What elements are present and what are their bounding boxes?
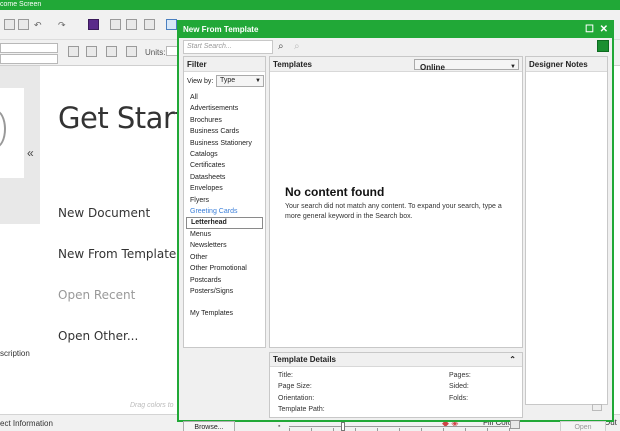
template-source-value: Online <box>420 63 445 72</box>
browse-button[interactable]: Browse... <box>183 421 235 431</box>
filter-item-certificates[interactable]: Certificates <box>186 160 263 171</box>
chevron-down-icon: ▼ <box>255 78 261 84</box>
detail-folds-label: Folds: <box>449 395 469 402</box>
app-title: come Screen <box>0 1 42 8</box>
filter-item-other-promotional[interactable]: Other Promotional <box>186 263 263 274</box>
filter-item-my-templates[interactable]: My Templates <box>186 308 263 319</box>
filter-item-business-cards[interactable]: Business Cards <box>186 126 263 137</box>
view-by-value: Type <box>220 77 236 84</box>
distribute-icon[interactable] <box>86 46 97 57</box>
template-details-header: Template Details ⌃ <box>270 353 522 367</box>
filter-item-advertisements[interactable]: Advertisements <box>186 103 263 114</box>
filter-pane: Filter View by: Type ▼ All Advertisements… <box>183 56 266 348</box>
filter-item-catalogs[interactable]: Catalogs <box>186 149 263 160</box>
templates-header: Templates Online ▼ <box>270 57 522 72</box>
align-icon[interactable] <box>68 46 79 57</box>
filter-item-all[interactable]: All <box>186 92 263 103</box>
print-icon[interactable] <box>592 404 602 411</box>
zoom-in-icon[interactable] <box>510 420 520 429</box>
toolbar-button[interactable] <box>144 19 155 30</box>
add-template-folder-icon[interactable] <box>597 40 609 52</box>
template-source-select[interactable]: Online ▼ <box>414 59 519 72</box>
font-combo[interactable] <box>0 43 58 53</box>
designer-notes-header: Designer Notes <box>526 57 607 72</box>
templates-header-label: Templates <box>273 60 312 69</box>
filter-item-envelopes[interactable]: Envelopes <box>186 183 263 194</box>
filter-item-postcards[interactable]: Postcards <box>186 275 263 286</box>
app-titlebar: come Screen <box>0 0 620 10</box>
template-details-label: Template Details <box>273 355 336 364</box>
templates-pane: Templates Online ▼ No content found Your… <box>269 56 523 348</box>
empty-state-title: No content found <box>285 185 385 199</box>
filter-item-flyers[interactable]: Flyers <box>186 195 263 206</box>
size-combo[interactable] <box>0 54 58 64</box>
filter-item-letterhead[interactable]: Letterhead <box>186 217 263 229</box>
clear-search-icon: ⌕ <box>294 41 300 52</box>
filter-item-business-stationery[interactable]: Business Stationery <box>186 138 263 149</box>
new-from-template-link[interactable]: New From Template <box>58 247 176 261</box>
template-details-pane: Template Details ⌃ Title: Page Size: Ori… <box>269 352 523 418</box>
view-by-select[interactable]: Type ▼ <box>216 75 264 87</box>
filter-item-other[interactable]: Other <box>186 252 263 263</box>
units-label: Units: <box>145 48 166 57</box>
left-description: scription <box>0 349 30 358</box>
collapse-chevron-icon[interactable]: « <box>27 146 34 160</box>
maximize-icon[interactable]: ☐ <box>585 22 594 38</box>
new-from-template-dialog: New From Template ☐ ✕ Start Search... ⌕ … <box>177 20 614 431</box>
toolbar-button[interactable] <box>110 19 121 30</box>
designer-notes-pane: Designer Notes <box>525 56 608 405</box>
filter-header: Filter <box>184 57 265 72</box>
toolbar-button[interactable] <box>4 19 15 30</box>
detail-title-label: Title: <box>278 372 293 379</box>
undo-icon[interactable]: ↶ <box>34 20 42 30</box>
script-icon[interactable] <box>88 19 99 30</box>
zoom-slider-track[interactable] <box>289 426 509 427</box>
filter-item-posters-signs[interactable]: Posters/Signs <box>186 286 263 297</box>
collapse-icon[interactable]: ⌃ <box>509 353 516 367</box>
drag-colors-hint: Drag colors to <box>130 402 174 409</box>
open-other-link[interactable]: Open Other... <box>58 329 138 343</box>
open-button[interactable]: Open <box>560 421 606 431</box>
open-recent-link: Open Recent <box>58 288 136 302</box>
ungroup-icon[interactable] <box>126 46 137 57</box>
detail-pages-label: Pages: <box>449 372 471 379</box>
chevron-down-icon: ▼ <box>510 64 516 70</box>
group-icon[interactable] <box>106 46 117 57</box>
zoom-slider-thumb[interactable] <box>341 422 345 431</box>
left-description-area <box>0 224 40 402</box>
filter-item-brochures[interactable]: Brochures <box>186 115 263 126</box>
detail-orientation-label: Orientation: <box>278 395 315 402</box>
detail-sided-label: Sided: <box>449 383 469 390</box>
toolbar-button[interactable] <box>126 19 137 30</box>
dialog-titlebar[interactable]: New From Template ☐ ✕ <box>179 22 612 38</box>
dialog-body: Start Search... ⌕ ⌕ Filter View by: Type… <box>179 38 612 431</box>
empty-state-message: Your search did not match any content. T… <box>285 203 502 220</box>
detail-page-size-label: Page Size: <box>278 383 312 390</box>
search-input[interactable]: Start Search... <box>183 40 273 54</box>
search-icon[interactable]: ⌕ <box>278 41 284 52</box>
filter-item-newsletters[interactable]: Newsletters <box>186 240 263 251</box>
status-object-info: ect Information <box>0 419 53 428</box>
id-icon[interactable] <box>166 19 177 30</box>
dialog-title: New From Template <box>183 25 259 34</box>
new-document-link[interactable]: New Document <box>58 206 150 220</box>
view-by-label: View by: <box>187 78 214 85</box>
filter-list: All Advertisements Brochures Business Cards… <box>186 92 263 320</box>
filter-item-greeting-cards[interactable]: Greeting Cards <box>186 206 263 217</box>
filter-item-datasheets[interactable]: Datasheets <box>186 172 263 183</box>
detail-template-path-label: Template Path: <box>278 406 325 413</box>
zoom-out-icon[interactable]: ▪ <box>278 423 280 430</box>
filter-item-menus[interactable]: Menus <box>186 229 263 240</box>
redo-icon[interactable]: ↷ <box>58 20 66 30</box>
close-icon[interactable]: ✕ <box>600 22 608 38</box>
toolbar-button[interactable] <box>18 19 29 30</box>
